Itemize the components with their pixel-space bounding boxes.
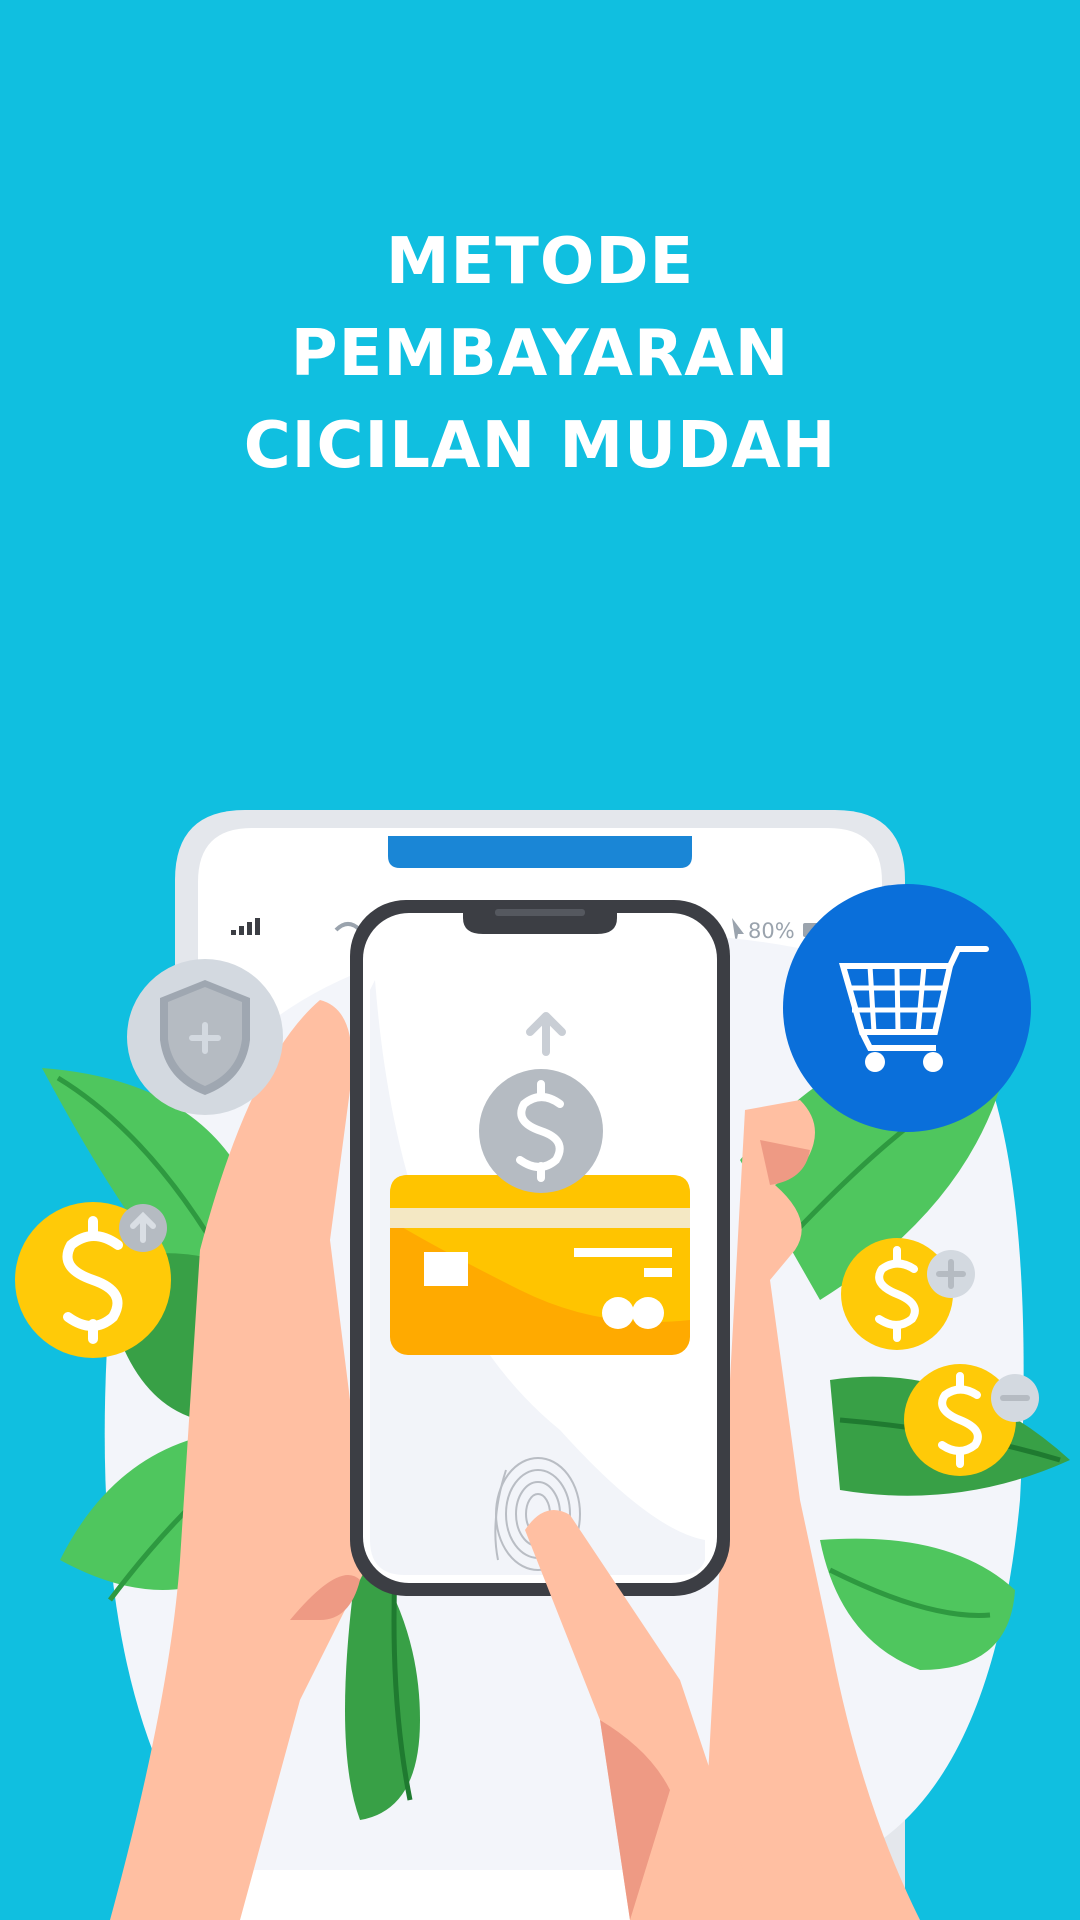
headline-line-3: CICILAN MUDAH [243,409,837,483]
battery-percent: 80% [748,919,795,943]
shield-plus-icon [127,959,283,1115]
headline: METODE PEMBAYARAN CICILAN MUDAH [0,216,1080,492]
intro-screen: METODE PEMBAYARAN CICILAN MUDAH 80% [0,0,1080,1920]
shopping-cart-icon [783,884,1031,1132]
payment-illustration: 80% [15,810,1070,1920]
headline-line-1: METODE [385,225,695,299]
back-phone-notch [388,836,692,868]
dollar-coin-up-icon [15,1202,171,1358]
credit-card [390,1175,690,1355]
headline-line-2: PEMBAYARAN [290,317,790,391]
